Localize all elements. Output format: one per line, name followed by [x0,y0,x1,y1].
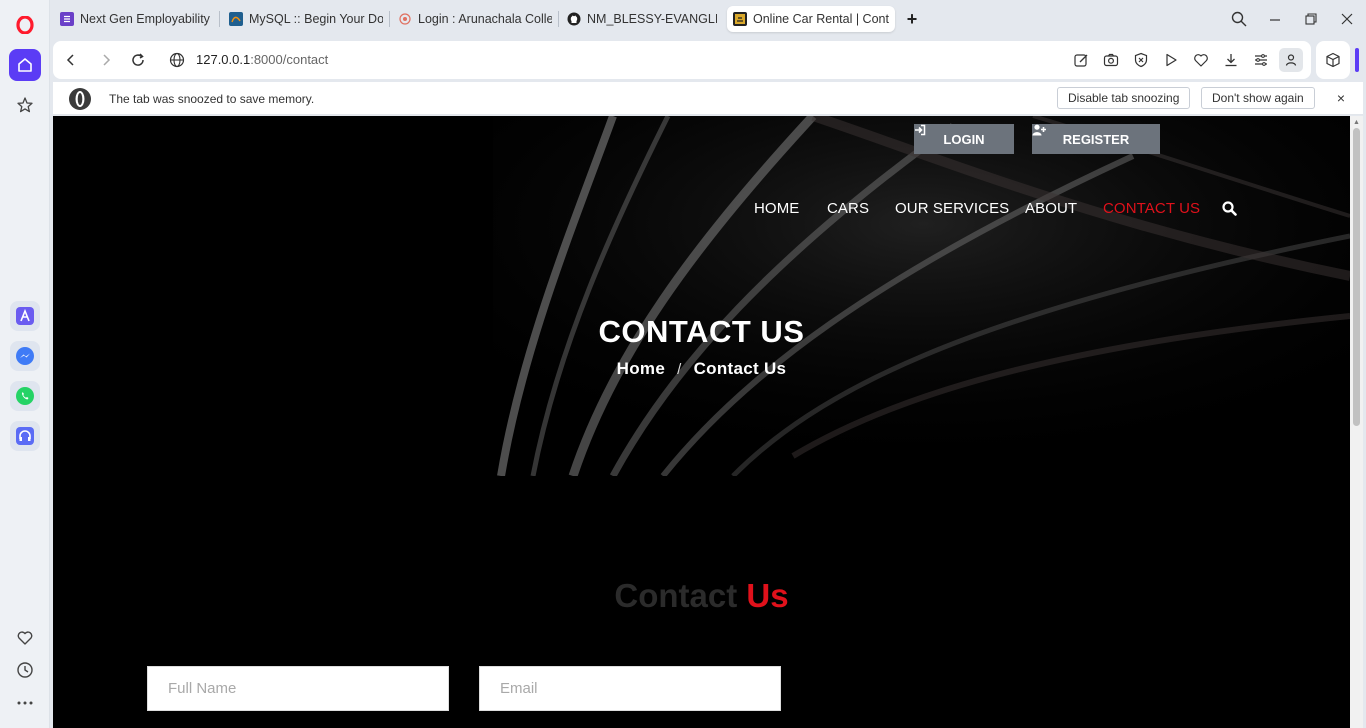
tab-next-gen[interactable]: Next Gen Employability Pr [54,6,220,32]
url-host: 127.0.0.1 [196,52,251,67]
tab-label: Online Car Rental | Contac [753,12,889,26]
dont-show-again-button[interactable]: Don't show again [1201,87,1315,109]
contact-section-heading: Contact Us [53,577,1350,615]
messenger-icon[interactable] [10,341,40,371]
tab-car-rental-active[interactable]: Online Car Rental | Contac [727,6,895,32]
url-path: :8000/contact [250,52,329,67]
new-tab-button[interactable]: + [901,8,923,30]
restore-window-icon[interactable] [1300,8,1322,30]
login-label: LOGIN [943,131,985,147]
close-window-icon[interactable] [1336,8,1358,30]
nav-cars[interactable]: CARS [827,200,869,217]
login-button[interactable]: LOGIN [914,124,1014,154]
hero-banner: LOGIN REGISTER HOME CARS OUR SERVICES AB… [53,116,1350,476]
car-rental-favicon-icon [733,12,747,26]
search-icon[interactable] [1222,201,1238,217]
nav-home[interactable]: HOME [754,200,799,217]
mysql-favicon-icon [229,12,243,26]
nav-about[interactable]: ABOUT [1025,200,1077,217]
tab-label: MySQL :: Begin Your Down [249,12,383,26]
sidebar-accent-bar [1355,48,1359,72]
extensions-cube-icon[interactable] [1316,41,1350,79]
breadcrumb-current: Contact Us [693,359,787,378]
music-player-icon[interactable] [10,421,40,451]
download-icon[interactable] [1221,50,1241,70]
history-clock-icon[interactable] [9,654,41,686]
snooze-notification-bar: The tab was snoozed to save memory. Disa… [53,82,1363,115]
snooze-message: The tab was snoozed to save memory. [109,92,315,106]
play-icon[interactable] [1161,50,1181,70]
email-input[interactable] [479,666,781,711]
browser-sidebar [0,0,50,728]
tab-label: Login : Arunachala College [418,12,552,26]
favorite-heart-icon[interactable] [1191,50,1211,70]
minimize-icon[interactable] [1264,8,1286,30]
register-button[interactable]: REGISTER [1032,124,1160,154]
camera-snapshot-icon[interactable] [1101,50,1121,70]
breadcrumb-home-link[interactable]: Home [617,359,665,378]
url-field[interactable]: 127.0.0.1:8000/contact [196,52,328,67]
address-bar: 127.0.0.1:8000/contact [53,41,1311,79]
opera-logo-icon[interactable] [9,9,41,41]
reload-icon[interactable] [128,50,148,70]
home-icon[interactable] [9,49,41,81]
profile-icon[interactable] [1279,48,1303,72]
globe-icon[interactable] [167,50,187,70]
tab-github[interactable]: NM_BLESSY-EVANGLINE_ [561,6,723,32]
forward-arrow-icon[interactable] [96,50,116,70]
tab-separator [389,11,390,27]
tab-strip: Next Gen Employability Pr MySQL :: Begin… [50,0,1366,38]
forms-favicon-icon [60,12,74,26]
adblock-shield-icon[interactable] [1131,50,1151,70]
disable-snoozing-button[interactable]: Disable tab snoozing [1057,87,1191,109]
breadcrumb: Home / Contact Us [53,359,1350,379]
page-scrollbar[interactable]: ▲ [1350,116,1363,728]
register-label: REGISTER [1062,131,1130,147]
page-viewport: LOGIN REGISTER HOME CARS OUR SERVICES AB… [53,116,1350,728]
github-favicon-icon [567,12,581,26]
college-favicon-icon [398,12,412,26]
more-options-icon[interactable] [9,687,41,719]
tab-label: Next Gen Employability Pr [80,12,214,26]
scrollbar-thumb[interactable] [1353,128,1360,426]
back-arrow-icon[interactable] [61,50,81,70]
full-name-input[interactable] [147,666,449,711]
heading-word-us: Us [746,577,789,614]
tab-label: NM_BLESSY-EVANGLINE_ [587,12,717,26]
edit-share-icon[interactable] [1071,50,1091,70]
nav-contact-us[interactable]: CONTACT US [1103,200,1200,217]
tab-separator [558,11,559,27]
easy-setup-icon[interactable] [1251,50,1271,70]
whatsapp-icon[interactable] [10,381,40,411]
scroll-up-arrow-icon[interactable]: ▲ [1352,118,1361,127]
breadcrumb-separator: / [677,361,682,378]
tab-mysql[interactable]: MySQL :: Begin Your Down [223,6,389,32]
page-title: CONTACT US [598,314,805,349]
opera-snooze-logo-icon [68,87,92,114]
aria-app-icon[interactable] [10,301,40,331]
user-plus-icon [1032,124,1046,136]
hero-background-streaks [493,116,1350,476]
close-snooze-bar-icon[interactable]: × [1332,89,1350,107]
sign-in-icon [915,124,926,136]
search-tabs-icon[interactable] [1228,8,1250,30]
nav-our-services[interactable]: OUR SERVICES [895,200,1009,217]
star-icon[interactable] [9,89,41,121]
tab-arunachala[interactable]: Login : Arunachala College [392,6,558,32]
heart-icon[interactable] [9,622,41,654]
tab-separator [219,11,220,27]
heading-word-contact: Contact [614,577,738,614]
